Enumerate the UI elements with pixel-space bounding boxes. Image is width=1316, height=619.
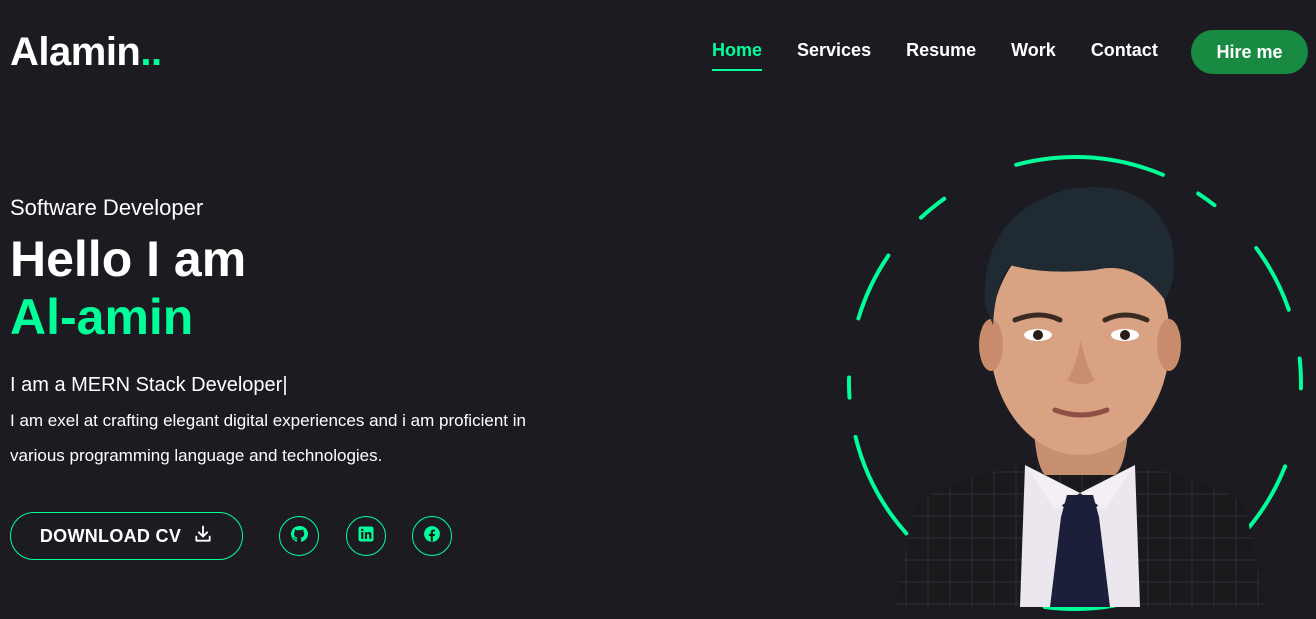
nav-home[interactable]: Home — [712, 40, 763, 71]
facebook-icon — [423, 525, 441, 548]
github-link[interactable] — [279, 516, 319, 556]
hero-greeting: Hello I am — [10, 231, 247, 287]
download-icon — [193, 524, 213, 549]
facebook-link[interactable] — [412, 516, 452, 556]
hero-role: Software Developer — [10, 195, 204, 220]
nav-work[interactable]: Work — [1011, 40, 1056, 65]
hire-me-button[interactable]: Hire me — [1191, 30, 1308, 74]
nav-resume[interactable]: Resume — [906, 40, 976, 65]
site-logo[interactable]: Alamin.. — [10, 30, 162, 75]
hero-name: Al-amin — [10, 289, 194, 345]
main-nav: Home Services Resume Work Contact — [712, 30, 1193, 74]
linkedin-icon — [357, 525, 375, 548]
hero-description: I am exel at crafting elegant digital ex… — [10, 411, 526, 465]
logo-dots: .. — [140, 30, 162, 74]
logo-text: Alamin — [10, 30, 141, 74]
download-cv-label: DOWNLOAD CV — [39, 525, 182, 546]
github-icon — [290, 525, 308, 548]
typed-tagline: I am a MERN Stack Developer| — [10, 374, 288, 396]
nav-services[interactable]: Services — [797, 40, 871, 65]
portfolio-page: Alamin.. Home Services Resume Work Conta… — [0, 0, 1316, 619]
nav-contact[interactable]: Contact — [1091, 40, 1158, 65]
profile-photo — [895, 187, 1265, 607]
linkedin-link[interactable] — [346, 516, 386, 556]
download-cv-button[interactable]: DOWNLOAD CV — [10, 512, 243, 560]
